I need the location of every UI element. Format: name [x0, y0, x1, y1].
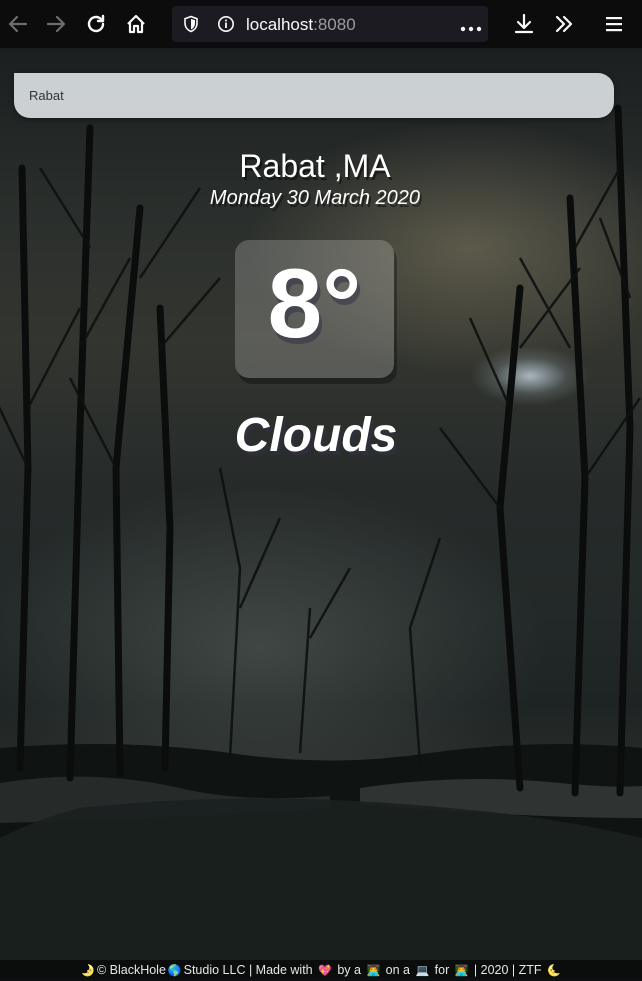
date-label: Monday 30 March 2020 [209, 187, 421, 209]
info-icon[interactable] [217, 15, 235, 38]
back-button[interactable] [0, 4, 36, 44]
menu-icon [604, 14, 624, 34]
temperature-value: 8° [267, 248, 362, 358]
forward-button[interactable] [38, 4, 74, 44]
weather-page: Rabat ,MA Monday 30 March 2020 8° Clouds [0, 48, 642, 960]
footer-tail: | 2020 | ZTF [473, 963, 542, 977]
footer-copyright: © BlackHole [96, 963, 166, 977]
shield-icon[interactable] [182, 15, 200, 38]
url-port: :8080 [313, 15, 356, 34]
search-box[interactable] [14, 73, 614, 118]
reload-button[interactable] [78, 4, 114, 44]
download-icon [513, 13, 535, 35]
weather-condition: Clouds [234, 409, 398, 462]
overflow-button[interactable] [546, 4, 582, 44]
url-host: localhost [246, 15, 314, 34]
laptop-icon: 💻 [415, 965, 430, 977]
url-text[interactable]: localhost:8080 [246, 15, 356, 35]
footer-studio: Studio LLC | Made with [183, 963, 313, 977]
moon-left-icon: 🌛 [81, 965, 95, 977]
forward-icon [45, 13, 67, 35]
globe-icon: 🌎 [167, 965, 182, 977]
home-button[interactable] [118, 4, 154, 44]
footer-for: for [434, 963, 450, 977]
url-bar[interactable]: localhost:8080 [172, 6, 488, 42]
developer-icon: 👨‍💻 [366, 965, 381, 977]
page-actions-icon[interactable] [460, 20, 482, 38]
browser-toolbar: localhost:8080 [0, 0, 642, 48]
back-icon [7, 13, 29, 35]
footer-by-a: by a [337, 963, 361, 977]
location-title: Rabat ,MA [239, 148, 391, 184]
reload-icon [85, 13, 107, 35]
moon-right-icon: 🌜 [547, 965, 561, 977]
developer-icon-2: 👨‍💻 [454, 965, 469, 977]
search-input[interactable] [14, 73, 614, 118]
heart-icon: 💖 [318, 965, 332, 977]
menu-button[interactable] [596, 4, 632, 44]
overflow-icon [553, 13, 575, 35]
footer-on-a: on a [385, 963, 410, 977]
temperature-box: 8° [235, 240, 394, 378]
downloads-button[interactable] [506, 4, 542, 44]
home-icon [125, 13, 147, 35]
footer: 🌛 © BlackHole 🌎 Studio LLC | Made with 💖 by… [0, 960, 642, 978]
